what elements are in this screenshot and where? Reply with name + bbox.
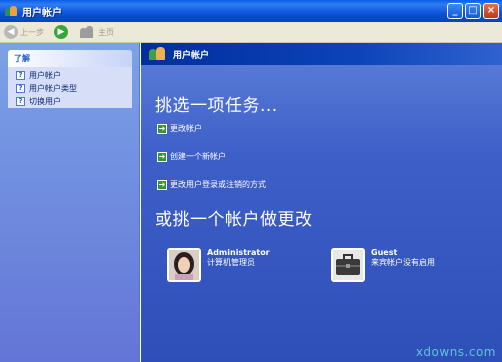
- task-change-logon[interactable]: ➔ 更改用户登录或注销的方式: [157, 179, 266, 190]
- help-icon: ?: [16, 84, 25, 93]
- briefcase-icon: [331, 248, 365, 282]
- close-button[interactable]: ×: [483, 3, 499, 19]
- user-accounts-icon: [149, 47, 167, 61]
- watermark: xdowns.com: [415, 345, 496, 359]
- task-label: 创建一个新帐户: [170, 152, 226, 161]
- back-label: 上一步: [20, 27, 44, 37]
- account-desc: 来宾帐户没有启用: [371, 258, 435, 267]
- sidebar-item-label: 用户帐户类型: [29, 84, 77, 93]
- back-button[interactable]: ◀ 上一步: [4, 25, 44, 39]
- window-controls: _ □ ×: [447, 3, 499, 19]
- green-arrow-icon: ➔: [157, 179, 167, 190]
- account-administrator[interactable]: Administrator 计算机管理员: [167, 248, 270, 282]
- account-guest[interactable]: Guest 来宾帐户没有启用: [331, 248, 435, 282]
- sidebar: 了解 ? 用户帐户 ? 用户帐户类型 ? 切换用户: [0, 43, 140, 362]
- maximize-button[interactable]: □: [465, 3, 481, 19]
- sidebar-item-user-accounts[interactable]: ? 用户帐户: [16, 69, 132, 82]
- user-photo: [167, 248, 201, 282]
- minimize-button[interactable]: _: [447, 3, 463, 19]
- sidebar-section-title: 了解: [8, 50, 132, 67]
- green-arrow-icon: ➔: [157, 151, 167, 162]
- account-info: Administrator 计算机管理员: [207, 248, 270, 268]
- task-label: 更改帐户: [170, 124, 202, 133]
- task-create-account[interactable]: ➔ 创建一个新帐户: [157, 151, 226, 162]
- header-bar: 用户帐户: [141, 43, 502, 65]
- task-label: 更改用户登录或注销的方式: [170, 180, 266, 189]
- sidebar-item-label: 用户帐户: [29, 71, 61, 80]
- account-name: Administrator: [207, 248, 270, 257]
- help-icon: ?: [16, 71, 25, 80]
- learn-about-box: 了解 ? 用户帐户 ? 用户帐户类型 ? 切换用户: [8, 50, 132, 108]
- back-arrow-icon: ◀: [4, 25, 18, 39]
- toolbar: ◀ 上一步 ▶ 主页: [0, 22, 502, 43]
- sidebar-item-account-types[interactable]: ? 用户帐户类型: [16, 82, 132, 95]
- title-bar[interactable]: 用户帐户 _ □ ×: [0, 0, 502, 22]
- sidebar-item-switch-users[interactable]: ? 切换用户: [16, 95, 132, 108]
- forward-button[interactable]: ▶: [48, 25, 68, 39]
- account-name: Guest: [371, 248, 398, 257]
- header-title: 用户帐户: [173, 50, 210, 61]
- pick-task-heading: 挑选一项任务...: [155, 96, 278, 116]
- pick-account-heading: 或挑一个帐户做更改: [155, 210, 313, 230]
- task-change-account[interactable]: ➔ 更改帐户: [157, 123, 202, 134]
- users-home-icon: [80, 26, 96, 38]
- main-content: 用户帐户 挑选一项任务... ➔ 更改帐户 ➔ 创建一个新帐户 ➔ 更改用户登录…: [141, 43, 502, 362]
- forward-arrow-icon: ▶: [54, 25, 68, 39]
- account-info: Guest 来宾帐户没有启用: [371, 248, 435, 268]
- sidebar-list: ? 用户帐户 ? 用户帐户类型 ? 切换用户: [8, 67, 132, 108]
- close-icon: ×: [486, 5, 496, 16]
- help-icon: ?: [16, 97, 25, 106]
- account-desc: 计算机管理员: [207, 258, 255, 267]
- user-accounts-app-icon: [4, 4, 18, 18]
- maximize-icon: □: [468, 5, 478, 16]
- home-button[interactable]: 主页: [72, 26, 114, 38]
- minimize-icon: _: [452, 5, 458, 16]
- home-label: 主页: [98, 27, 114, 37]
- sidebar-item-label: 切换用户: [29, 97, 61, 106]
- green-arrow-icon: ➔: [157, 123, 167, 134]
- window-title: 用户帐户: [22, 7, 62, 19]
